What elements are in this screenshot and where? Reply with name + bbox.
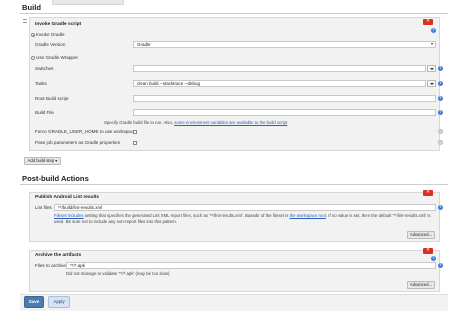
build-file-help-icon[interactable]: [438, 109, 443, 115]
build-file-label: Build File: [35, 110, 54, 115]
switches-label: Switches: [35, 66, 54, 71]
gradle-help-icon[interactable]: [431, 27, 436, 33]
force-home-checkbox[interactable]: [133, 130, 137, 134]
files-to-archive-label: Files to archive: [35, 263, 66, 268]
build-file-hint-text: Specify Gradle build file to run. Also,: [104, 120, 174, 125]
delete-gradle-step-button[interactable]: [423, 18, 433, 25]
archive-panel-title: Archive the artifacts: [35, 253, 82, 258]
tasks-help-icon[interactable]: [438, 80, 443, 86]
delete-archive-action-button[interactable]: [423, 247, 433, 254]
switches-input[interactable]: [133, 65, 426, 72]
pass-params-help-icon[interactable]: [438, 140, 443, 145]
post-build-section-title: Post-build Actions: [22, 174, 89, 183]
archive-advanced-button[interactable]: Advanced...: [407, 281, 435, 289]
gradle-version-value: Gradle: [137, 42, 151, 47]
add-build-step-button[interactable]: Add build step ▾: [24, 157, 61, 165]
gradle-version-label: Gradle Version: [35, 42, 66, 47]
switches-expand-button[interactable]: [427, 65, 436, 72]
pass-params-checkbox[interactable]: [133, 141, 137, 145]
force-home-label: Force GRADLE_USER_HOME to use workspace: [35, 129, 136, 134]
chevron-down-icon: [431, 43, 433, 45]
files-to-archive-help-icon[interactable]: [438, 262, 443, 268]
invoke-gradle-radio[interactable]: [31, 33, 35, 37]
lint-description-text1: setting that specifies the generated Lin…: [84, 213, 289, 218]
build-file-hint: Specify Gradle build file to run. Also, …: [104, 120, 287, 125]
archive-validation-warning: Did not manage to validate '**/*.apk' (m…: [66, 271, 170, 276]
post-build-divider: [20, 184, 448, 185]
build-section-title: Build: [22, 3, 41, 12]
footer-bar: [20, 294, 448, 311]
files-to-archive-input[interactable]: **/*.apk: [66, 262, 436, 269]
use-wrapper-radio[interactable]: [31, 56, 35, 60]
gradle-version-select[interactable]: Gradle: [133, 41, 436, 48]
invoke-gradle-label: Invoke Gradle: [36, 32, 65, 37]
archive-panel: Archive the artifacts Files to archive *…: [29, 247, 443, 292]
build-file-input[interactable]: [133, 109, 436, 116]
lint-advanced-button[interactable]: Advanced...: [407, 231, 435, 239]
tasks-label: Tasks: [35, 81, 47, 86]
env-variables-link[interactable]: some environment variables are available…: [174, 120, 287, 125]
lint-panel: Publish Android Lint results Lint files …: [29, 189, 443, 242]
workspace-root-link[interactable]: the workspace root: [290, 213, 326, 218]
force-home-help-icon[interactable]: [438, 129, 443, 134]
lint-panel-title: Publish Android Lint results: [35, 195, 100, 200]
root-build-script-label: Root Build script: [35, 96, 69, 101]
build-divider: [20, 13, 448, 14]
lint-files-label: Lint files: [35, 205, 52, 210]
use-wrapper-label: Use Gradle Wrapper: [36, 55, 79, 60]
drag-handle-icon[interactable]: [23, 19, 27, 23]
apply-button[interactable]: Apply: [48, 296, 70, 308]
archive-help-icon[interactable]: [431, 255, 436, 261]
save-button[interactable]: Save: [24, 296, 44, 308]
lint-description-line1: Fileset includes setting that specifies …: [54, 213, 430, 218]
lint-description-line2: used. Be sure not to include any non-rep…: [54, 219, 178, 224]
lint-files-input[interactable]: **/build/lint-results.xml: [54, 204, 436, 211]
delete-lint-action-button[interactable]: [423, 189, 433, 196]
tasks-input[interactable]: clean build --stacktrace --debug: [133, 80, 426, 87]
pass-params-label: Pass job parameters as Gradle properties: [35, 140, 121, 145]
tasks-expand-button[interactable]: [427, 80, 436, 87]
root-build-script-help-icon[interactable]: [438, 95, 443, 101]
root-build-script-input[interactable]: [133, 95, 436, 102]
top-tab: [52, 0, 124, 5]
switches-help-icon[interactable]: [438, 65, 443, 71]
gradle-panel: Invoke Gradle script Invoke Gradle Gradl…: [29, 17, 443, 151]
gradle-panel-title: Invoke Gradle script: [35, 22, 82, 27]
lint-description-text2: . If no value is set, then the default '…: [325, 213, 431, 218]
fileset-includes-link[interactable]: Fileset includes: [54, 213, 84, 218]
lint-files-help-icon[interactable]: [438, 204, 443, 210]
